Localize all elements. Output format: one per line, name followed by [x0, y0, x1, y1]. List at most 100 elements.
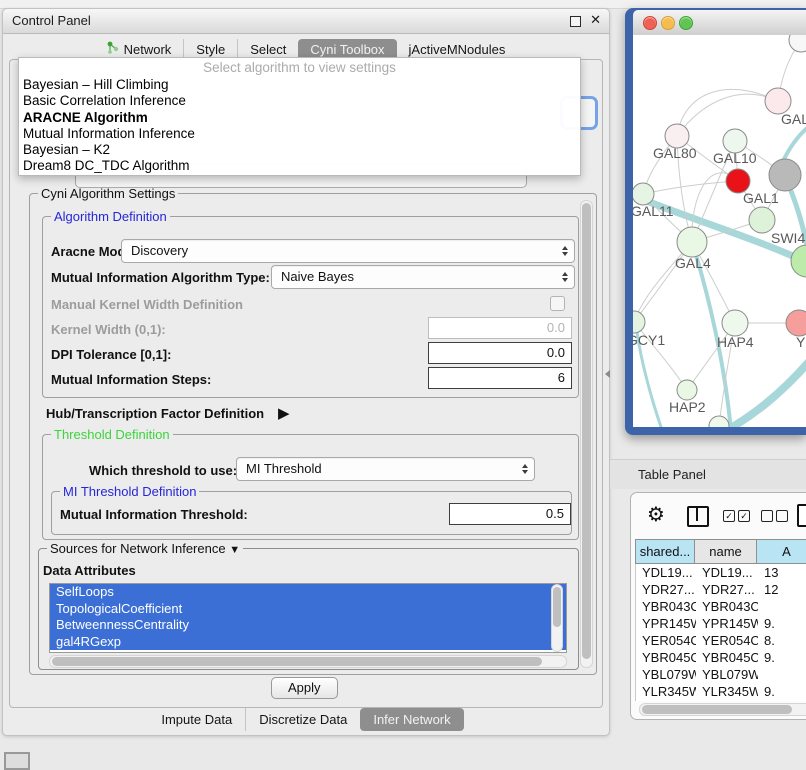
- attributes-vscrollbar[interactable]: [551, 584, 563, 652]
- node-salmon[interactable]: [786, 310, 806, 336]
- table-cell: YER054C: [696, 632, 758, 649]
- table-cell: 0.: [758, 700, 806, 701]
- splitter-collapse-icon[interactable]: [605, 370, 610, 378]
- mi-type-value: Naive Bayes: [281, 269, 354, 284]
- dpi-tolerance-input[interactable]: 0.0: [428, 342, 572, 364]
- table-row[interactable]: YER054CYER054C8.: [636, 632, 806, 649]
- table-cell: 9.: [758, 649, 806, 666]
- mi-type-label: Mutual Information Algorithm Type:: [51, 270, 270, 285]
- table-row[interactable]: YDR27...YDR27...12: [636, 581, 806, 598]
- table-cell: YLR345W: [696, 683, 758, 700]
- table-cell: [758, 598, 806, 615]
- table-cell: YIL052C: [696, 700, 758, 701]
- node-GAL4[interactable]: [677, 227, 707, 257]
- table-row[interactable]: YBL079WYBL079W: [636, 666, 806, 683]
- tab-discretize-data[interactable]: Discretize Data: [245, 708, 360, 731]
- close-traffic-light-icon[interactable]: [643, 16, 657, 30]
- table-cell: YBR043C: [696, 598, 758, 615]
- column-header[interactable]: A: [757, 539, 806, 564]
- node-partial-bottom[interactable]: [709, 416, 729, 427]
- network-window-titlebar[interactable]: [633, 10, 806, 36]
- table-row[interactable]: YBR045CYBR045C9.: [636, 649, 806, 666]
- gear-icon[interactable]: ⚙: [647, 502, 665, 527]
- bottom-left-panel-icon[interactable]: [4, 752, 30, 770]
- table-row[interactable]: YDL19...YDL19...13: [636, 564, 806, 581]
- minimize-traffic-light-icon[interactable]: [661, 16, 675, 30]
- column-header[interactable]: name: [695, 539, 757, 564]
- node-HAP4[interactable]: [722, 310, 748, 336]
- table-cell: YBR045C: [636, 649, 696, 666]
- table-row[interactable]: YPR145WYPR145W9.: [636, 615, 806, 632]
- node-GAL11-label: GAL11: [633, 203, 674, 219]
- mi-threshold-input[interactable]: 0.5: [449, 503, 571, 525]
- network-graph: GALGAL80GAL10GAL11GAL1GAL4SWI4GCY1HAP4YH…: [633, 35, 806, 427]
- data-attributes-list[interactable]: SelfLoopsTopologicalCoefficientBetweenne…: [49, 583, 567, 653]
- aracne-mode-value: Discovery: [131, 243, 188, 258]
- float-window-icon[interactable]: [570, 16, 581, 27]
- algorithm-option[interactable]: Mutual Information Inference: [19, 126, 580, 142]
- apply-button[interactable]: Apply: [271, 677, 338, 699]
- settings-scrollbar[interactable]: [580, 200, 593, 668]
- deselect-all-columns-icon[interactable]: [761, 510, 788, 522]
- which-threshold-label: Which threshold to use:: [89, 463, 237, 478]
- manual-kernel-checkbox[interactable]: [550, 296, 565, 311]
- table-row[interactable]: YLR345WYLR345W9.: [636, 683, 806, 700]
- table-row[interactable]: YIL052CYIL052C0.: [636, 700, 806, 701]
- kernel-width-input[interactable]: 0.0: [428, 317, 572, 339]
- algorithm-option[interactable]: Bayesian – K2: [19, 142, 580, 158]
- bottom-tabs: Impute DataDiscretize DataInfer Network: [3, 708, 609, 731]
- new-table-icon[interactable]: [797, 504, 806, 527]
- attributes-hscrollbar[interactable]: [49, 655, 567, 668]
- node-SWI4[interactable]: [791, 245, 806, 277]
- algorithm-dropdown-items: Bayesian – Hill ClimbingBasic Correlatio…: [19, 77, 580, 175]
- algorithm-definition-title: Algorithm Definition: [51, 209, 170, 224]
- node-HAP2[interactable]: [677, 380, 697, 400]
- table-row[interactable]: YBR043CYBR043C: [636, 598, 806, 615]
- table-cell: YIL052C: [636, 700, 696, 701]
- node-GAL80-label: GAL80: [653, 145, 697, 161]
- attribute-item[interactable]: BetweennessCentrality: [50, 617, 566, 634]
- algorithm-option[interactable]: Dream8 DC_TDC Algorithm: [19, 158, 580, 174]
- network-canvas[interactable]: GALGAL80GAL10GAL11GAL1GAL4SWI4GCY1HAP4YH…: [633, 35, 806, 427]
- which-threshold-combo[interactable]: MI Threshold: [236, 457, 535, 481]
- table-panel-title: Table Panel: [638, 467, 706, 482]
- zoom-traffic-light-icon[interactable]: [679, 16, 693, 30]
- cyni-algorithm-settings-group: Cyni Algorithm Settings Algorithm Defini…: [29, 193, 597, 675]
- node-GAL4-label: GAL4: [675, 255, 711, 271]
- mi-threshold-group-title: MI Threshold Definition: [60, 484, 199, 499]
- mi-steps-label: Mutual Information Steps:: [51, 372, 211, 387]
- attribute-item[interactable]: gal4RGexp: [50, 634, 566, 651]
- node-HAP2-label: HAP2: [669, 399, 706, 415]
- sources-collapse-arrow-icon[interactable]: ▼: [229, 544, 240, 556]
- select-all-columns-icon[interactable]: ✓✓: [723, 510, 750, 522]
- table-toolbar: ⚙ ✓✓: [631, 493, 806, 539]
- table-cell: YDR27...: [696, 581, 758, 598]
- close-icon[interactable]: ✕: [590, 12, 601, 28]
- columns-icon[interactable]: [687, 506, 709, 527]
- sources-group-title: Sources for Network Inference ▼: [47, 541, 243, 556]
- algorithm-option[interactable]: Basic Correlation Inference: [19, 93, 580, 109]
- hub-definition-label: Hub/Transcription Factor Definition: [46, 406, 264, 421]
- tab-infer-network[interactable]: Infer Network: [360, 708, 463, 731]
- node-GCY1[interactable]: [633, 311, 645, 333]
- mi-threshold-group: MI Threshold Definition Mutual Informati…: [51, 491, 572, 535]
- mi-type-combo[interactable]: Naive Bayes: [271, 265, 575, 289]
- spinner-arrows-icon: [562, 246, 568, 256]
- algorithm-option[interactable]: ARACNE Algorithm: [19, 110, 580, 126]
- threshold-definition-group: Threshold Definition Which threshold to …: [42, 434, 579, 540]
- node-GAL11[interactable]: [633, 183, 654, 205]
- tab-impute-data[interactable]: Impute Data: [148, 708, 245, 731]
- column-header[interactable]: shared...: [635, 539, 695, 564]
- table-body: YDL19...YDL19...13YDR27...YDR27...12YBR0…: [635, 564, 806, 701]
- table-hscrollbar[interactable]: [639, 703, 806, 716]
- algorithm-option[interactable]: Bayesian – Hill Climbing: [19, 77, 580, 93]
- node-partial-top[interactable]: [789, 35, 806, 52]
- hub-expand-arrow-icon[interactable]: ▶: [278, 404, 290, 422]
- node-gray[interactable]: [769, 159, 801, 191]
- aracne-mode-combo[interactable]: Discovery: [121, 239, 575, 263]
- table-cell: 9.: [758, 615, 806, 632]
- attribute-item[interactable]: SelfLoops: [50, 584, 566, 601]
- attribute-item[interactable]: TopologicalCoefficient: [50, 601, 566, 618]
- table-cell: YBL079W: [696, 666, 758, 683]
- mi-steps-input[interactable]: 6: [428, 367, 572, 389]
